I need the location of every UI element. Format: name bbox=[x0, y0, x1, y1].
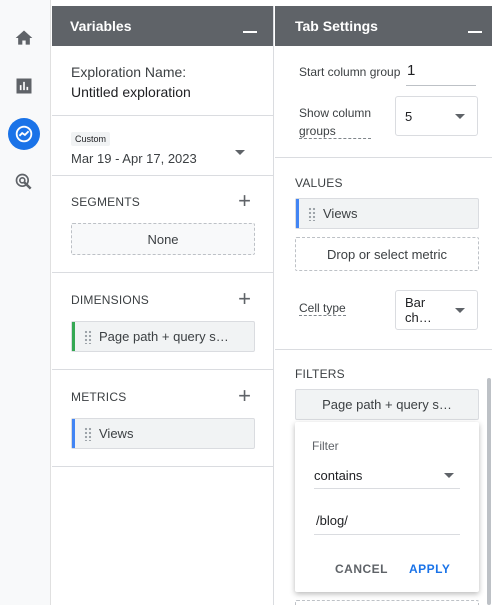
nav-home-button[interactable] bbox=[8, 22, 40, 54]
chevron-down-icon bbox=[455, 113, 465, 119]
minimize-variables-icon[interactable] bbox=[243, 31, 257, 33]
variables-header: Variables bbox=[52, 6, 273, 46]
drag-handle-icon[interactable] bbox=[308, 206, 316, 221]
filter-chip-label: Page path + query s… bbox=[322, 397, 452, 412]
drag-handle-icon[interactable] bbox=[84, 329, 92, 344]
exploration-name-section: Exploration Name: Untitled exploration bbox=[52, 46, 273, 116]
column-settings-section: Start column group 1 Show column groups … bbox=[275, 46, 492, 158]
filter-value-input[interactable]: /blog/ bbox=[314, 508, 460, 535]
values-color-bar bbox=[296, 199, 299, 228]
chevron-down-icon bbox=[455, 307, 465, 313]
exploration-name-label: Exploration Name: bbox=[71, 64, 187, 80]
add-segment-icon[interactable]: + bbox=[238, 190, 251, 212]
filter-operator-value: contains bbox=[314, 468, 363, 483]
values-section: VALUES Views Drop or select metric Cell … bbox=[275, 158, 492, 350]
add-dimension-icon[interactable]: + bbox=[238, 288, 251, 310]
dimension-color-bar bbox=[72, 322, 75, 351]
values-chip[interactable]: Views bbox=[295, 198, 479, 229]
segments-section: SEGMENTS + None bbox=[52, 176, 273, 273]
minimize-tab-settings-icon[interactable] bbox=[468, 31, 482, 33]
nav-rail bbox=[0, 0, 51, 605]
variables-panel: Variables Exploration Name: Untitled exp… bbox=[52, 6, 274, 605]
nav-advertising-button[interactable] bbox=[8, 166, 40, 198]
filter-chip[interactable]: Page path + query s… bbox=[295, 389, 479, 420]
cancel-button[interactable]: CANCEL bbox=[335, 562, 388, 576]
filter-label: Filter bbox=[312, 439, 339, 453]
cell-type-select[interactable]: Bar ch… bbox=[395, 290, 478, 330]
filter-operator-select[interactable]: contains bbox=[314, 463, 460, 489]
metric-chip[interactable]: Views bbox=[71, 418, 255, 449]
date-range-section[interactable]: Custom Mar 19 - Apr 17, 2023 bbox=[52, 116, 273, 176]
filter-drop-target[interactable] bbox=[295, 600, 479, 605]
exploration-name-value[interactable]: Untitled exploration bbox=[71, 84, 273, 100]
chevron-down-icon bbox=[444, 473, 454, 478]
metric-chip-label: Views bbox=[99, 426, 134, 441]
nav-reports-button[interactable] bbox=[8, 70, 40, 102]
metric-color-bar bbox=[72, 419, 75, 448]
scrollbar[interactable] bbox=[487, 378, 491, 605]
drop-metric-label: Drop or select metric bbox=[327, 246, 447, 262]
dimension-chip-label: Page path + query s… bbox=[99, 329, 229, 344]
variables-title: Variables bbox=[70, 18, 132, 34]
bar-chart-icon bbox=[16, 78, 32, 94]
apply-button[interactable]: APPLY bbox=[409, 562, 450, 576]
tab-settings-title: Tab Settings bbox=[295, 18, 378, 34]
show-column-groups-value: 5 bbox=[405, 108, 413, 124]
home-icon bbox=[15, 30, 33, 45]
dimensions-section: DIMENSIONS + Page path + query s… bbox=[52, 273, 273, 370]
segments-empty-label: None bbox=[147, 231, 179, 247]
explore-icon bbox=[15, 125, 33, 143]
filters-title: FILTERS bbox=[295, 367, 345, 381]
values-title: VALUES bbox=[295, 176, 343, 190]
add-metric-icon[interactable]: + bbox=[238, 385, 251, 407]
filter-popup: Filter contains /blog/ CANCEL APPLY bbox=[295, 422, 479, 592]
drop-metric-target[interactable]: Drop or select metric bbox=[295, 237, 479, 271]
start-column-input[interactable]: 1 bbox=[406, 59, 476, 86]
metrics-section: METRICS + Views bbox=[52, 370, 273, 467]
cell-type-label: Cell type bbox=[299, 301, 346, 316]
dimension-chip[interactable]: Page path + query s… bbox=[71, 321, 255, 352]
custom-badge: Custom bbox=[71, 132, 111, 146]
date-range-dropdown-icon[interactable] bbox=[235, 150, 245, 155]
tab-settings-header: Tab Settings bbox=[275, 6, 492, 46]
start-column-label: Start column group bbox=[299, 65, 401, 79]
show-column-groups-select[interactable]: 5 bbox=[395, 96, 478, 136]
cell-type-value: Bar ch… bbox=[405, 295, 432, 325]
drag-handle-icon[interactable] bbox=[84, 426, 92, 441]
segments-empty-placeholder[interactable]: None bbox=[71, 223, 255, 255]
advertising-icon bbox=[15, 173, 32, 190]
values-chip-label: Views bbox=[323, 206, 358, 221]
nav-explore-button[interactable] bbox=[8, 118, 40, 150]
show-column-groups-label: Show column groups bbox=[299, 106, 372, 139]
